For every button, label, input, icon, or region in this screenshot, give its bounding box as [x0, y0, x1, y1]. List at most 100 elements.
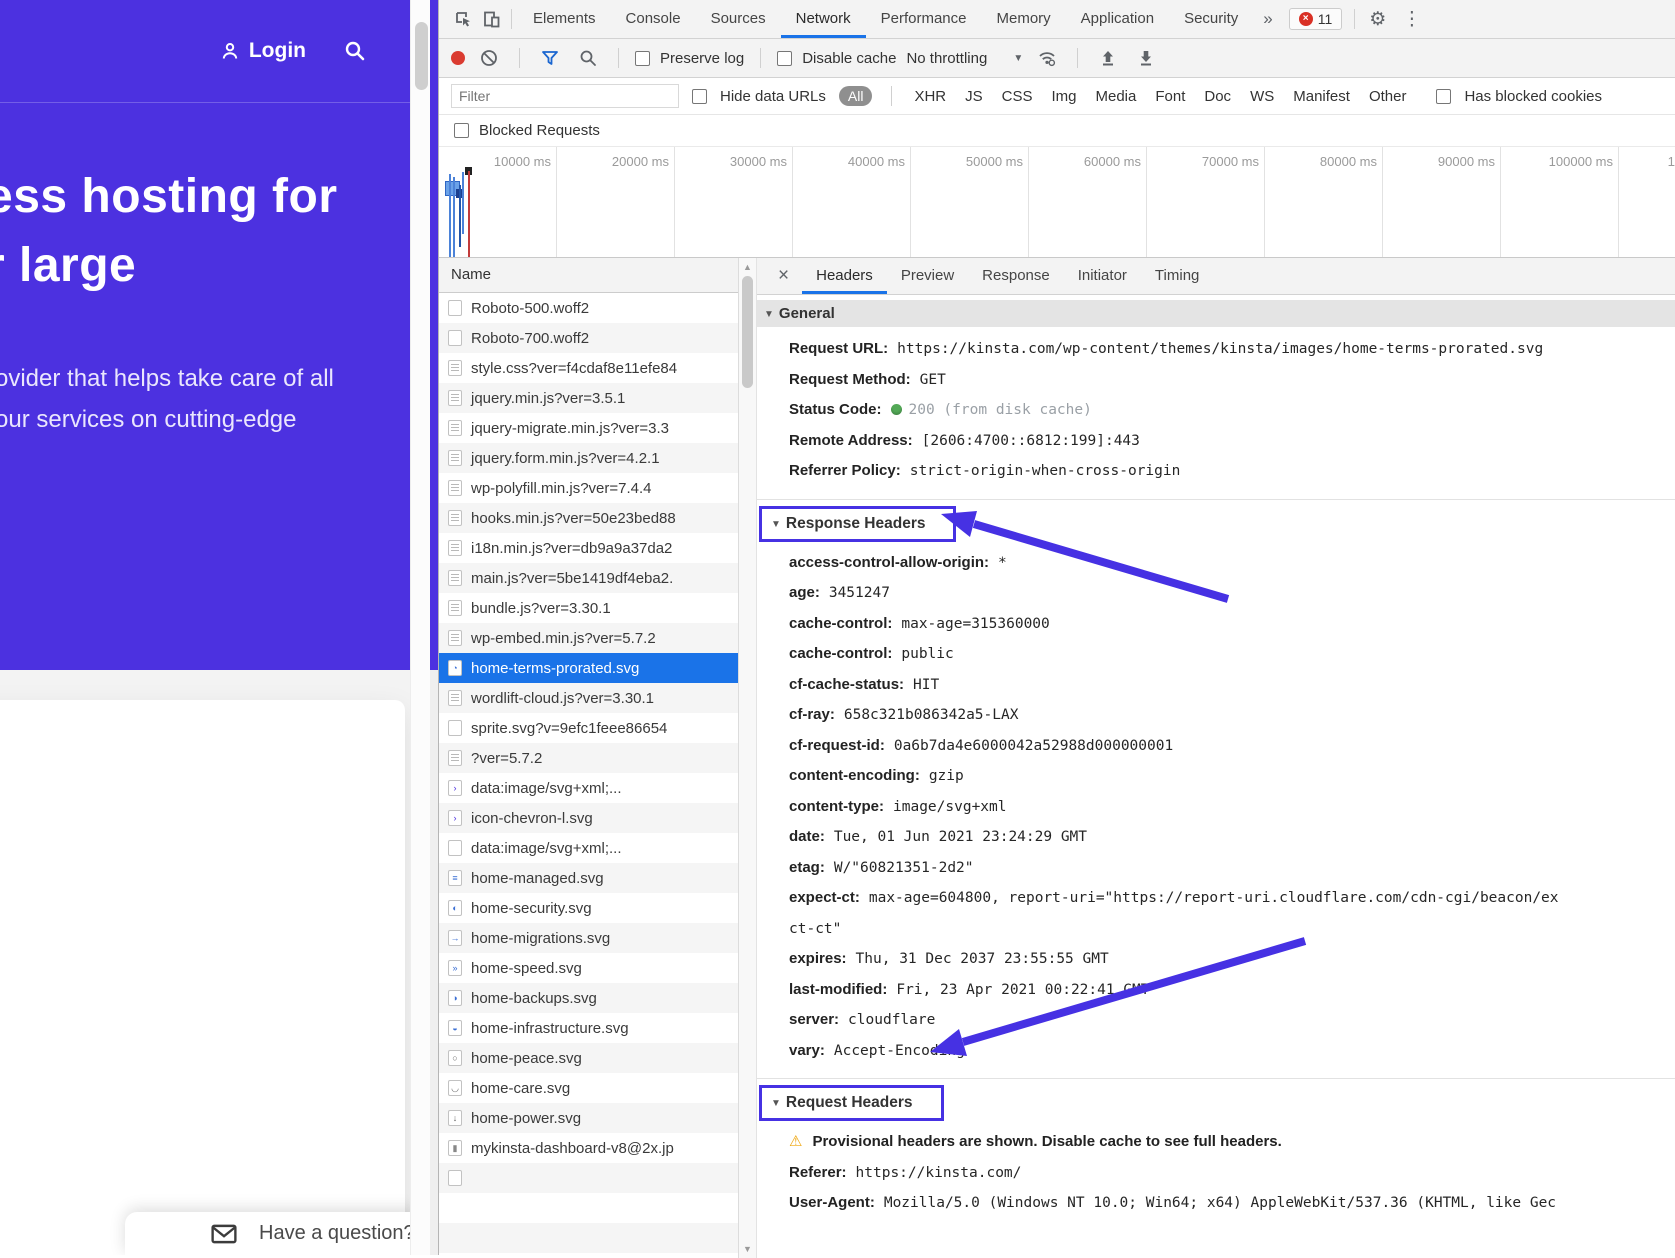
search-icon[interactable]	[344, 40, 366, 62]
request-row[interactable]: wordlift-cloud.js?ver=3.30.1	[439, 683, 738, 713]
request-row[interactable]: main.js?ver=5be1419df4eba2.	[439, 563, 738, 593]
filter-type-doc[interactable]: Doc	[1201, 88, 1234, 105]
request-row[interactable]: wp-embed.min.js?ver=5.7.2	[439, 623, 738, 653]
scroll-up-icon[interactable]: ▲	[743, 262, 752, 272]
settings-gear-icon[interactable]: ⚙	[1361, 8, 1394, 31]
detail-tab-preview[interactable]: Preview	[887, 258, 968, 291]
inspect-element-icon[interactable]	[449, 6, 477, 32]
scroll-down-icon[interactable]: ▼	[743, 1244, 752, 1254]
login-button[interactable]: Login	[220, 39, 306, 63]
clear-icon[interactable]	[475, 45, 503, 71]
preserve-log-checkbox[interactable]	[635, 51, 650, 66]
header-key: cf-request-id:	[789, 737, 885, 754]
section-header-request-headers[interactable]: ▼Request Headers	[759, 1085, 944, 1121]
close-icon[interactable]: ×	[765, 265, 802, 287]
request-row[interactable]: →home-migrations.svg	[439, 923, 738, 953]
request-row[interactable]: ?ver=5.7.2	[439, 743, 738, 773]
header-entry: etag:W/"60821351-2d2"	[757, 853, 1675, 884]
request-row[interactable]: ◑home-backups.svg	[439, 983, 738, 1013]
record-button[interactable]	[451, 51, 465, 65]
disable-cache-checkbox[interactable]	[777, 51, 792, 66]
header-key: Status Code:	[789, 401, 882, 418]
request-row[interactable]: ›data:image/svg+xml;...	[439, 773, 738, 803]
request-row[interactable]: ▮mykinsta-dashboard-v8@2x.jp	[439, 1133, 738, 1163]
request-row[interactable]: bundle.js?ver=3.30.1	[439, 593, 738, 623]
section-header-general[interactable]: ▼General	[757, 300, 1675, 327]
filter-type-js[interactable]: JS	[962, 88, 986, 105]
timeline-tick-10: 100000 ms	[1501, 147, 1619, 257]
devtools-tab-security[interactable]: Security	[1169, 0, 1253, 35]
page-scrollbar[interactable]	[410, 0, 431, 1255]
device-toolbar-icon[interactable]	[477, 6, 505, 32]
devtools-tab-performance[interactable]: Performance	[866, 0, 982, 35]
timeline-overview[interactable]: 10000 ms20000 ms30000 ms40000 ms50000 ms…	[439, 146, 1675, 258]
request-row[interactable]: »home-speed.svg	[439, 953, 738, 983]
timeline-tick-3: 30000 ms	[675, 147, 793, 257]
request-row[interactable]: jquery-migrate.min.js?ver=3.3	[439, 413, 738, 443]
export-har-icon[interactable]	[1132, 45, 1160, 71]
page-scrollbar-thumb[interactable]	[415, 22, 428, 90]
filter-funnel-icon[interactable]	[536, 45, 564, 71]
request-row[interactable]: ↓home-power.svg	[439, 1103, 738, 1133]
detail-tab-headers[interactable]: Headers	[802, 258, 887, 294]
request-row[interactable]: sprite.svg?v=9efc1feee86654	[439, 713, 738, 743]
more-tabs-chevron[interactable]: »	[1253, 9, 1282, 29]
request-row[interactable]: i18n.min.js?ver=db9a9a37da2	[439, 533, 738, 563]
detail-tab-timing[interactable]: Timing	[1141, 258, 1213, 291]
request-list-scrollbar[interactable]: ▲ ▼	[739, 258, 757, 1258]
request-row[interactable]: hooks.min.js?ver=50e23bed88	[439, 503, 738, 533]
filter-type-img[interactable]: Img	[1048, 88, 1079, 105]
filter-type-all[interactable]: All	[839, 86, 873, 106]
network-conditions-icon[interactable]	[1033, 45, 1061, 71]
request-row[interactable]: ›icon-chevron-l.svg	[439, 803, 738, 833]
name-column-header[interactable]: Name	[439, 258, 738, 293]
filter-type-other[interactable]: Other	[1366, 88, 1410, 105]
request-row[interactable]	[439, 1163, 738, 1193]
file-image-icon: »	[448, 960, 462, 976]
error-badge[interactable]: × 11	[1289, 8, 1343, 30]
request-row[interactable]: Roboto-500.woff2	[439, 293, 738, 323]
request-row[interactable]: ◡home-care.svg	[439, 1073, 738, 1103]
file-doc-icon	[448, 450, 462, 466]
devtools-tab-sources[interactable]: Sources	[696, 0, 781, 35]
filter-type-css[interactable]: CSS	[999, 88, 1036, 105]
request-row[interactable]: data:image/svg+xml;...	[439, 833, 738, 863]
detail-tab-initiator[interactable]: Initiator	[1064, 258, 1141, 291]
devtools-tab-network[interactable]: Network	[781, 0, 866, 38]
header-value: Accept-Encoding	[834, 1043, 965, 1059]
hero-heading: ess hosting for r large	[0, 162, 338, 300]
search-icon[interactable]	[574, 45, 602, 71]
filter-type-xhr[interactable]: XHR	[911, 88, 949, 105]
request-row[interactable]: jquery.form.min.js?ver=4.2.1	[439, 443, 738, 473]
request-row[interactable]: jquery.min.js?ver=3.5.1	[439, 383, 738, 413]
request-row-selected[interactable]: ◔home-terms-prorated.svg	[439, 653, 738, 683]
scrollbar-thumb[interactable]	[742, 276, 753, 388]
request-row[interactable]: ○home-peace.svg	[439, 1043, 738, 1073]
section-header-response-headers[interactable]: ▼Response Headers	[759, 506, 956, 542]
header-key: etag:	[789, 859, 825, 876]
detail-tab-response[interactable]: Response	[968, 258, 1064, 291]
request-row[interactable]: ◐home-security.svg	[439, 893, 738, 923]
filter-type-media[interactable]: Media	[1093, 88, 1140, 105]
devtools-tab-elements[interactable]: Elements	[518, 0, 611, 35]
devtools-tab-memory[interactable]: Memory	[982, 0, 1066, 35]
filter-type-ws[interactable]: WS	[1247, 88, 1277, 105]
kebab-menu-icon[interactable]: ⋮	[1394, 8, 1429, 31]
devtools-tab-application[interactable]: Application	[1066, 0, 1169, 35]
request-row[interactable]: wp-polyfill.min.js?ver=7.4.4	[439, 473, 738, 503]
chat-widget[interactable]: Have a question?	[125, 1212, 410, 1255]
devtools-tab-console[interactable]: Console	[611, 0, 696, 35]
chat-label: Have a question?	[259, 1222, 410, 1245]
blocked-requests-checkbox[interactable]	[454, 123, 469, 138]
request-row[interactable]: ≡home-managed.svg	[439, 863, 738, 893]
filter-type-manifest[interactable]: Manifest	[1290, 88, 1353, 105]
has-blocked-cookies-checkbox[interactable]	[1436, 89, 1451, 104]
request-row[interactable]: ◒home-infrastructure.svg	[439, 1013, 738, 1043]
throttling-dropdown[interactable]: No throttling ▼	[906, 50, 1023, 67]
request-row[interactable]: style.css?ver=f4cdaf8e11efe84	[439, 353, 738, 383]
request-row[interactable]: Roboto-700.woff2	[439, 323, 738, 353]
filter-input[interactable]	[451, 84, 679, 108]
hide-data-urls-checkbox[interactable]	[692, 89, 707, 104]
import-har-icon[interactable]	[1094, 45, 1122, 71]
filter-type-font[interactable]: Font	[1152, 88, 1188, 105]
